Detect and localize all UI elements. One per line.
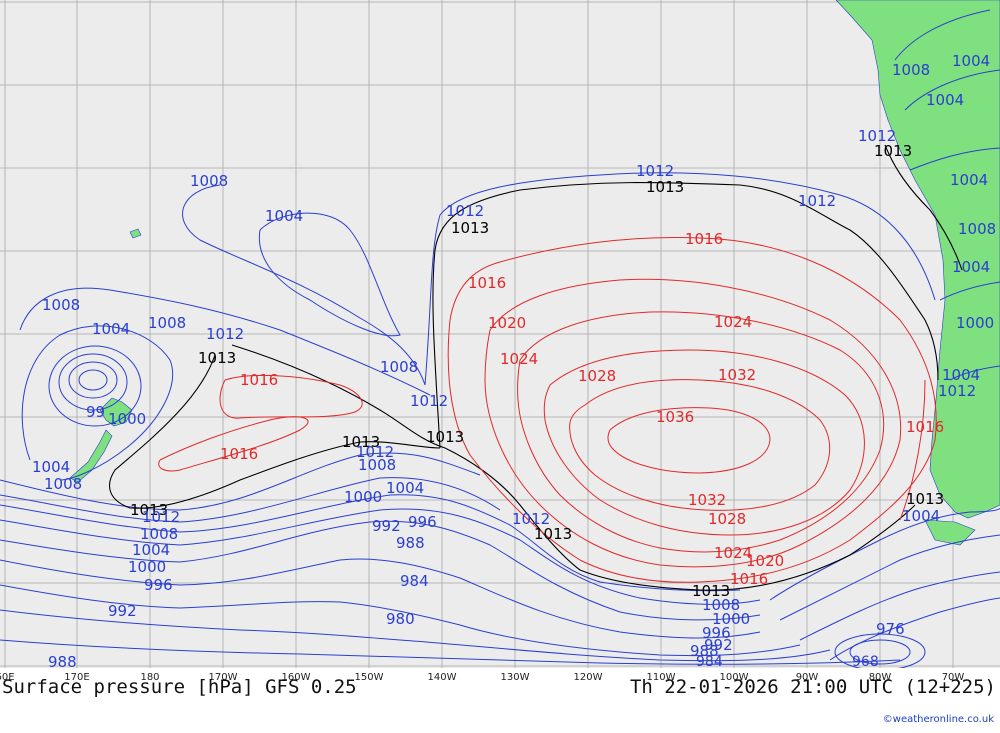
- isobar-label: 1012: [206, 325, 244, 343]
- isobar-label: 1000: [108, 410, 146, 428]
- isobar-label: 1008: [380, 358, 418, 376]
- isobar-label: 988: [48, 653, 77, 668]
- isobar-label: 1016: [468, 274, 506, 292]
- isobar-label: 1013: [451, 219, 489, 237]
- isobar-label: 1004: [952, 52, 990, 70]
- isobar-label: 1013: [198, 349, 236, 367]
- isobar-label: 1020: [746, 552, 784, 570]
- isobar-label: 1008: [892, 61, 930, 79]
- isobar-label: 996: [144, 576, 173, 594]
- isobar-label: 1000: [956, 314, 994, 332]
- longitude-label: 150W: [354, 672, 384, 683]
- isobar-label: 1000: [344, 488, 382, 506]
- isobar-label: 1012: [798, 192, 836, 210]
- isobar-label: 1012: [446, 202, 484, 220]
- isobar-label: 980: [386, 610, 415, 628]
- isobar-label: 1016: [240, 371, 278, 389]
- isobar-label: 1008: [358, 456, 396, 474]
- isobar-label: 1008: [148, 314, 186, 332]
- isobar-label: 1004: [926, 91, 964, 109]
- credit-link[interactable]: ©weatheronline.co.uk: [883, 714, 994, 725]
- isobar-label: 1004: [386, 479, 424, 497]
- isobar-label: 1024: [500, 350, 538, 368]
- isobar-label: 1016: [906, 418, 944, 436]
- isobar-label: 1024: [714, 313, 752, 331]
- isobar-label: 1008: [42, 296, 80, 314]
- isobar-label: 1004: [952, 258, 990, 276]
- isobar-label: 1028: [708, 510, 746, 528]
- isobar-label: 1012: [938, 382, 976, 400]
- isobar-label: 992: [108, 602, 137, 620]
- isobar-label: 99: [86, 403, 105, 421]
- isobar-label: 1036: [656, 408, 694, 426]
- isobar-label: 1028: [578, 367, 616, 385]
- isobar-label: 976: [876, 620, 905, 638]
- isobar-label: 968: [852, 654, 879, 668]
- isobar-label: 1004: [92, 320, 130, 338]
- isobar-label: 1004: [265, 207, 303, 225]
- isobar-label: 996: [408, 513, 437, 531]
- weather-map: 1008 1004 1012 1013 1012 1013 1012 1016 …: [0, 0, 1000, 668]
- isobar-label: 1008: [44, 475, 82, 493]
- isobar-label: 988: [396, 534, 425, 552]
- isobar-label: 1004: [950, 171, 988, 189]
- isobar-label: 1004: [32, 458, 70, 476]
- isobar-label: 1013: [874, 142, 912, 160]
- valid-time: Th 22-01-2026 21:00 UTC (12+225): [629, 676, 996, 698]
- isobar-label: 1016: [685, 230, 723, 248]
- isobar-label: 1013: [646, 178, 684, 196]
- isobar-label: 992: [372, 517, 401, 535]
- isobar-label: 1008: [190, 172, 228, 190]
- isobar-label: 1013: [534, 525, 572, 543]
- longitude-label: 120W: [573, 672, 603, 683]
- isobar-label: 1012: [410, 392, 448, 410]
- isobar-label: 1013: [426, 428, 464, 446]
- map-title: Surface pressure [hPa] GFS 0.25: [2, 676, 357, 698]
- isobar-label: 1013: [906, 490, 944, 508]
- isobar-label: 984: [400, 572, 429, 590]
- isobar-label: 1020: [488, 314, 526, 332]
- isobar-label: 1016: [220, 445, 258, 463]
- isobar-label: 1016: [730, 570, 768, 588]
- isobar-label: 1032: [718, 366, 756, 384]
- isobar-label: 1004: [132, 541, 170, 559]
- longitude-label: 130W: [500, 672, 530, 683]
- isobar-label: 1000: [128, 558, 166, 576]
- isobar-label: 1032: [688, 491, 726, 509]
- isobar-label: 1008: [958, 220, 996, 238]
- longitude-label: 140W: [427, 672, 457, 683]
- isobar-label: 1012: [142, 508, 180, 526]
- isobar-label: 1004: [902, 507, 940, 525]
- isobar-label: 984: [696, 654, 723, 668]
